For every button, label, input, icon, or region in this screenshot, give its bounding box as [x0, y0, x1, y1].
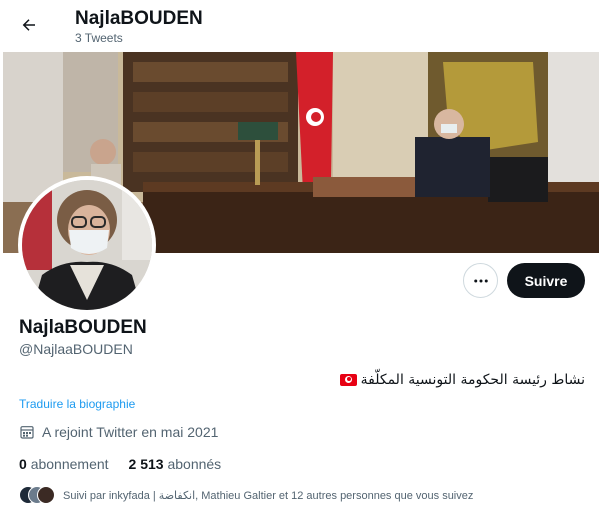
followers-label: abonnés: [167, 456, 222, 472]
joined-date: A rejoint Twitter en mai 2021: [19, 424, 218, 440]
following-count: 0: [19, 456, 27, 472]
top-bar: NajlaBOUDEN 3 Tweets: [0, 0, 602, 50]
back-button[interactable]: [14, 10, 44, 40]
follower-avatars: [19, 486, 55, 504]
more-options-button[interactable]: [463, 263, 498, 298]
avatar[interactable]: [18, 176, 156, 314]
following-label: abonnement: [30, 456, 109, 472]
more-icon: [473, 279, 488, 282]
tweet-count: 3 Tweets: [75, 31, 123, 45]
followed-by-text: Suivi par inkyfada | انكفاضة, Mathieu Ga…: [63, 489, 474, 502]
follow-button[interactable]: Suivre: [507, 263, 585, 298]
following-stat[interactable]: 0 abonnement: [19, 456, 109, 472]
avatar-image: [22, 180, 152, 310]
followers-stat[interactable]: 2 513 abonnés: [129, 456, 222, 472]
joined-text: A rejoint Twitter en mai 2021: [42, 424, 219, 440]
follow-stats: 0 abonnement 2 513 abonnés: [19, 456, 221, 472]
followers-count: 2 513: [128, 456, 164, 472]
back-arrow-icon: [22, 19, 35, 31]
tunisia-flag-icon: [339, 374, 357, 386]
bio-text: نشاط رئيسة الحكومة التونسية المكلّفة: [360, 372, 585, 388]
followed-by[interactable]: Suivi par inkyfada | انكفاضة, Mathieu Ga…: [19, 486, 473, 504]
display-name: NajlaBOUDEN: [19, 317, 147, 338]
calendar-icon: [20, 426, 34, 439]
follower-avatar: [37, 486, 55, 504]
header-title: NajlaBOUDEN: [75, 8, 203, 29]
translate-bio-link[interactable]: Traduire la biographie: [19, 397, 135, 411]
profile-bio: نشاط رئيسة الحكومة التونسية المكلّفة: [339, 372, 585, 388]
profile-handle: @NajlaaBOUDEN: [19, 341, 133, 357]
